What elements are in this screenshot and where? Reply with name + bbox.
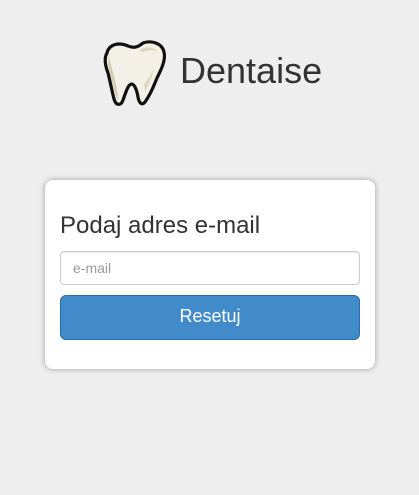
password-reset-card: Podaj adres e-mail Resetuj [45,180,375,369]
brand-header: Dentaise [99,40,322,108]
tooth-icon [103,40,167,106]
form-title: Podaj adres e-mail [60,212,261,239]
brand-name: Dentaise [180,50,323,91]
reset-button[interactable]: Resetuj [60,295,360,340]
email-field[interactable] [60,251,360,285]
